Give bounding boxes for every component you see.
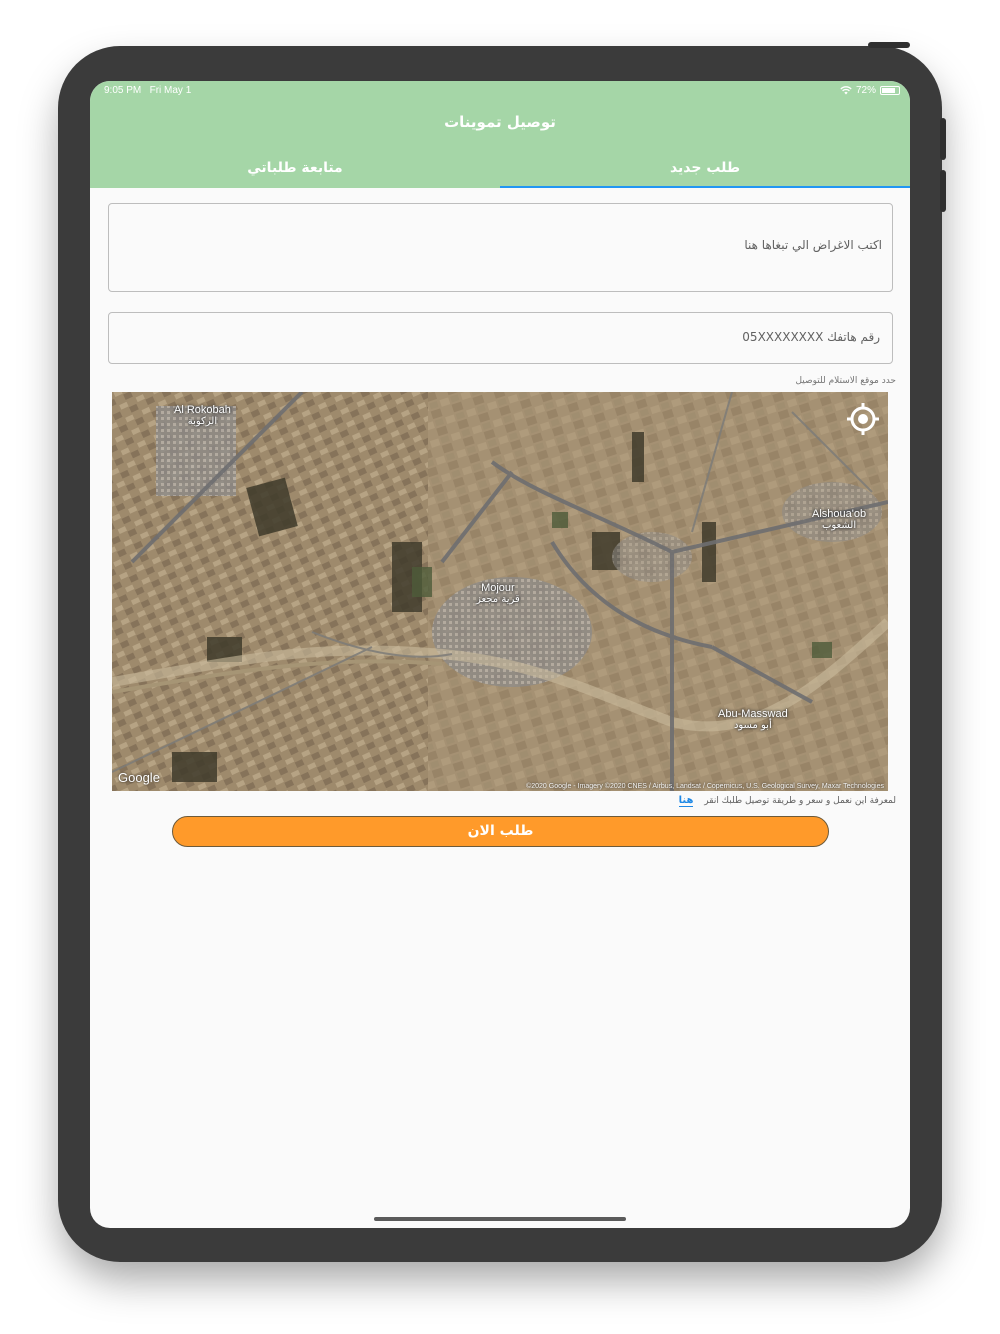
status-right: 72%	[840, 85, 900, 96]
tab-new-order[interactable]: طلب جديد	[500, 155, 910, 188]
status-time-text: 9:05 PM	[104, 85, 142, 96]
info-line: لمعرفة اين نعمل و سعر و طريقة توصيل طلبك…	[678, 795, 896, 807]
locate-icon[interactable]	[846, 402, 880, 436]
map-label: حدد موقع الاستلام للتوصيل	[795, 376, 896, 386]
status-date-text: Fri May 1	[149, 85, 192, 96]
phone-placeholder: رقم هاتفك 05XXXXXXXX	[742, 330, 880, 344]
map-place-rokobah-ar: الركوبة	[187, 416, 218, 427]
wifi-icon	[840, 86, 852, 95]
power-button	[868, 42, 910, 48]
map-view[interactable]: Al Rokobah الركوبة Alshoua'ob الشعوب Moj…	[112, 392, 888, 791]
volume-down-button	[940, 170, 946, 212]
app-screen: 9:05 PM Fri May 1 72% توصيل تموينات طلب …	[90, 81, 910, 1228]
phone-input[interactable]: رقم هاتفك 05XXXXXXXX	[108, 312, 893, 364]
home-indicator	[374, 1217, 626, 1221]
info-text: لمعرفة اين نعمل و سعر و طريقة توصيل طلبك…	[704, 796, 896, 806]
battery-percent: 72%	[855, 85, 876, 96]
map-place-mojour-ar: قرية مجعز	[476, 594, 520, 605]
map-place-abu-masswad-ar: أبو مسود	[733, 720, 772, 731]
order-now-button[interactable]: طلب الان	[172, 816, 829, 847]
map-place-abu-masswad-en: Abu-Masswad	[718, 708, 788, 720]
map-place-mojour-en: Mojour	[481, 582, 515, 594]
map-place-rokobah-en: Al Rokobah	[174, 404, 231, 416]
app-header: 9:05 PM Fri May 1 72% توصيل تموينات طلب …	[90, 81, 910, 188]
volume-up-button	[940, 118, 946, 160]
map-attribution: ©2020 Google - Imagery ©2020 CNES / Airb…	[526, 783, 884, 790]
app-title: توصيل تموينات	[444, 113, 556, 131]
tab-indicator	[500, 186, 910, 188]
map-place-mojour: Mojour قرية مجعز	[476, 582, 520, 606]
items-textarea[interactable]: اكتب الاغراض الي تبغاها هنا	[108, 203, 893, 292]
status-bar: 9:05 PM Fri May 1 72%	[90, 81, 910, 101]
map-place-rokobah: Al Rokobah الركوبة	[174, 404, 231, 428]
status-time: 9:05 PM Fri May 1	[104, 85, 191, 96]
battery-icon	[880, 86, 900, 95]
items-placeholder: اكتب الاغراض الي تبغاها هنا	[744, 238, 882, 252]
info-link[interactable]: هنا	[678, 795, 694, 807]
map-place-alshouaob-en: Alshoua'ob	[812, 508, 867, 520]
tab-my-orders[interactable]: متابعة طلباتي	[90, 155, 500, 188]
google-logo: Google	[118, 770, 160, 785]
map-place-alshouaob-ar: الشعوب	[821, 520, 857, 531]
map-place-alshouaob: Alshoua'ob الشعوب	[812, 508, 866, 532]
map-place-abu-masswad: Abu-Masswad أبو مسود	[718, 708, 788, 732]
